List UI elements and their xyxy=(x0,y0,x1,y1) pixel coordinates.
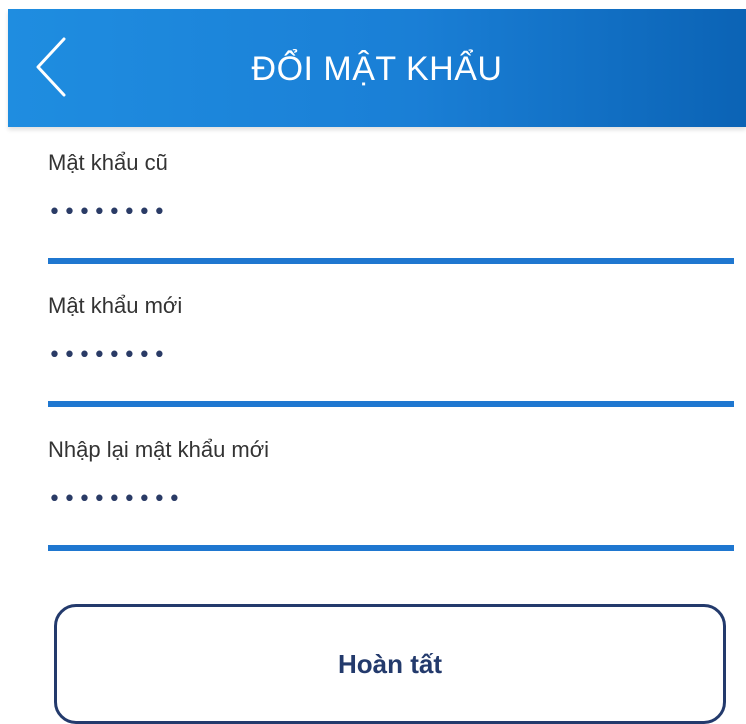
app-header: ĐỔI MẬT KHẨU xyxy=(8,9,746,127)
new-password-underline xyxy=(48,401,734,407)
new-password-input[interactable] xyxy=(48,339,734,371)
submit-button-label: Hoàn tất xyxy=(338,649,442,679)
confirm-password-underline xyxy=(48,545,734,551)
old-password-label: Mật khẩu cũ xyxy=(48,150,168,175)
old-password-input[interactable] xyxy=(48,196,734,228)
old-password-underline xyxy=(48,258,734,264)
page-title: ĐỔI MẬT KHẨU xyxy=(251,50,503,88)
confirm-password-label: Nhập lại mật khẩu mới xyxy=(48,437,270,462)
new-password-label: Mật khẩu mới xyxy=(48,293,183,318)
confirm-password-input[interactable] xyxy=(48,483,734,515)
submit-button[interactable]: Hoàn tất xyxy=(54,604,726,724)
